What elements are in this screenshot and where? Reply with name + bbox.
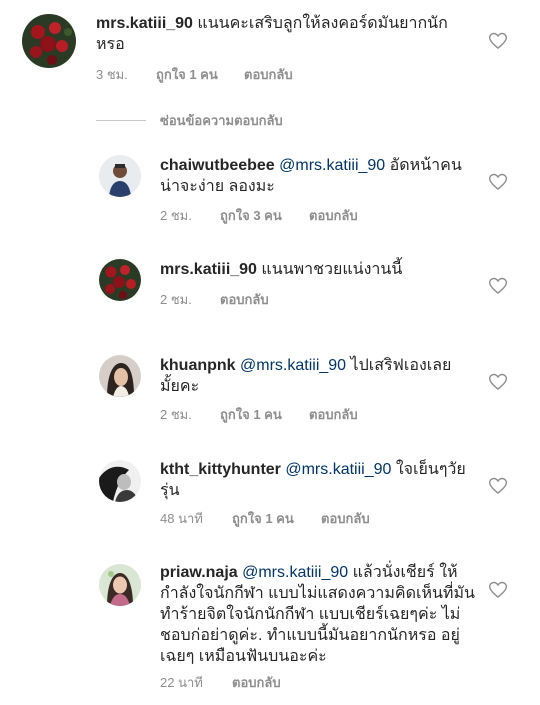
comment-likes[interactable]: ถูกใจ 1 คน (156, 64, 244, 85)
reply-button[interactable]: ตอบกลับ (309, 205, 358, 226)
comment-body: ใจเย็นๆวัย (395, 461, 466, 478)
mention-link[interactable]: @mrs.katiii_90 (279, 157, 385, 174)
divider (96, 120, 146, 121)
reply-item: khuanpnk @mrs.katiii_90 ไปเสริฟเองเลย มั… (0, 345, 540, 430)
comment-body-line5: เฉยๆ เหมือนฟันบนอะค่ะ (160, 648, 327, 665)
comment-body-line2: รุ่น (160, 482, 180, 499)
comment-body: ไปเสริฟเองเลย (350, 357, 452, 374)
avatar[interactable] (99, 355, 141, 397)
comment-body-line2: กำลังใจนักกีฬา แบบไม่แสดงความคิดเห็นที่ม… (160, 585, 475, 602)
heart-outline-icon[interactable] (488, 31, 508, 51)
comment-text: chaiwutbeebee @mrs.katiii_90 อัดหน้าคน น… (160, 155, 480, 197)
reply-item: mrs.katiii_90 แนนพาชวยแน่งานนี้ 2 ชม. ตอ… (0, 250, 540, 320)
comment-username[interactable]: mrs.katiii_90 (96, 15, 193, 32)
comment-time[interactable]: 2 ชม. (160, 404, 220, 425)
reply-button[interactable]: ตอบกลับ (232, 672, 281, 693)
comment-likes[interactable]: ถูกใจ 3 คน (220, 205, 309, 226)
comment-meta: 2 ชม. ถูกใจ 1 คน ตอบกลับ (160, 404, 358, 425)
comment-text: priaw.naja @mrs.katiii_90 แล้วนั่งเชียร์… (160, 562, 480, 667)
comment-body-line2: หรอ (96, 36, 125, 53)
hide-replies-button[interactable]: ซ่อนข้อความตอบกลับ (96, 110, 283, 131)
comment-username[interactable]: priaw.naja (160, 564, 238, 581)
heart-outline-icon[interactable] (488, 276, 508, 296)
comment-item: mrs.katiii_90 แนนคะเสริบลูกให้ลงคอร์ดมัน… (0, 0, 540, 90)
comment-body: แล้วนั่งเชียร์ ให้ (352, 564, 458, 581)
reply-item: priaw.naja @mrs.katiii_90 แล้วนั่งเชียร์… (0, 555, 540, 700)
comment-likes[interactable]: ถูกใจ 1 คน (232, 508, 321, 529)
comment-likes[interactable]: ถูกใจ 1 คน (220, 404, 309, 425)
comment-body-line3: ทำร้ายจิตใจนักนักกีฬา แบบเชียร์เฉยๆค่ะ ไ… (160, 606, 461, 623)
comment-body: แนนพาชวยแน่งานนี้ (261, 261, 403, 278)
comment-meta: 2 ชม. ถูกใจ 3 คน ตอบกลับ (160, 205, 358, 226)
mention-link[interactable]: @mrs.katiii_90 (240, 357, 346, 374)
comment-meta: 48 นาที ถูกใจ 1 คน ตอบกลับ (160, 508, 370, 529)
mention-link[interactable]: @mrs.katiii_90 (285, 461, 391, 478)
comment-meta: 2 ชม. ตอบกลับ (160, 289, 269, 310)
mention-link[interactable]: @mrs.katiii_90 (242, 564, 348, 581)
avatar[interactable] (99, 564, 141, 606)
comment-time[interactable]: 2 ชม. (160, 205, 220, 226)
reply-button[interactable]: ตอบกลับ (321, 508, 370, 529)
comment-body: อัดหน้าคน (389, 157, 462, 174)
comment-time[interactable]: 3 ชม. (96, 64, 156, 85)
avatar[interactable] (99, 259, 141, 301)
avatar[interactable] (99, 155, 141, 197)
comment-time[interactable]: 2 ชม. (160, 289, 220, 310)
hide-replies-label[interactable]: ซ่อนข้อความตอบกลับ (160, 110, 283, 131)
comment-body-line4: ชอบก่อย่าดูค่ะ. ทำแบบนี้มันอยากนักหรอ อย… (160, 627, 460, 644)
heart-outline-icon[interactable] (488, 580, 508, 600)
comment-time[interactable]: 22 นาที (160, 672, 232, 693)
avatar[interactable] (22, 14, 76, 68)
heart-outline-icon[interactable] (488, 372, 508, 392)
comment-text: mrs.katiii_90 แนนพาชวยแน่งานนี้ (160, 259, 480, 280)
reply-item: ktht_kittyhunter @mrs.katiii_90 ใจเย็นๆว… (0, 450, 540, 535)
reply-button[interactable]: ตอบกลับ (220, 289, 269, 310)
comment-time[interactable]: 48 นาที (160, 508, 232, 529)
avatar[interactable] (99, 460, 141, 502)
comment-meta: 22 นาที ตอบกลับ (160, 672, 281, 693)
comment-username[interactable]: mrs.katiii_90 (160, 261, 257, 278)
comment-username[interactable]: khuanpnk (160, 357, 236, 374)
comment-text: ktht_kittyhunter @mrs.katiii_90 ใจเย็นๆว… (160, 459, 480, 501)
comment-username[interactable]: chaiwutbeebee (160, 157, 275, 174)
heart-outline-icon[interactable] (488, 476, 508, 496)
reply-item: chaiwutbeebee @mrs.katiii_90 อัดหน้าคน น… (0, 145, 540, 230)
comment-body-line2: น่าจะง่าย ลองมะ (160, 178, 275, 195)
comment-body-line2: มั้ยคะ (160, 378, 200, 395)
reply-button[interactable]: ตอบกลับ (309, 404, 358, 425)
heart-outline-icon[interactable] (488, 172, 508, 192)
comment-text: khuanpnk @mrs.katiii_90 ไปเสริฟเองเลย มั… (160, 355, 480, 397)
comment-meta: 3 ชม. ถูกใจ 1 คน ตอบกลับ (96, 64, 293, 85)
comment-username[interactable]: ktht_kittyhunter (160, 461, 281, 478)
reply-button[interactable]: ตอบกลับ (244, 64, 293, 85)
comment-text: mrs.katiii_90 แนนคะเสริบลูกให้ลงคอร์ดมัน… (96, 13, 476, 55)
comment-body: แนนคะเสริบลูกให้ลงคอร์ดมันยากนัก (197, 15, 448, 32)
